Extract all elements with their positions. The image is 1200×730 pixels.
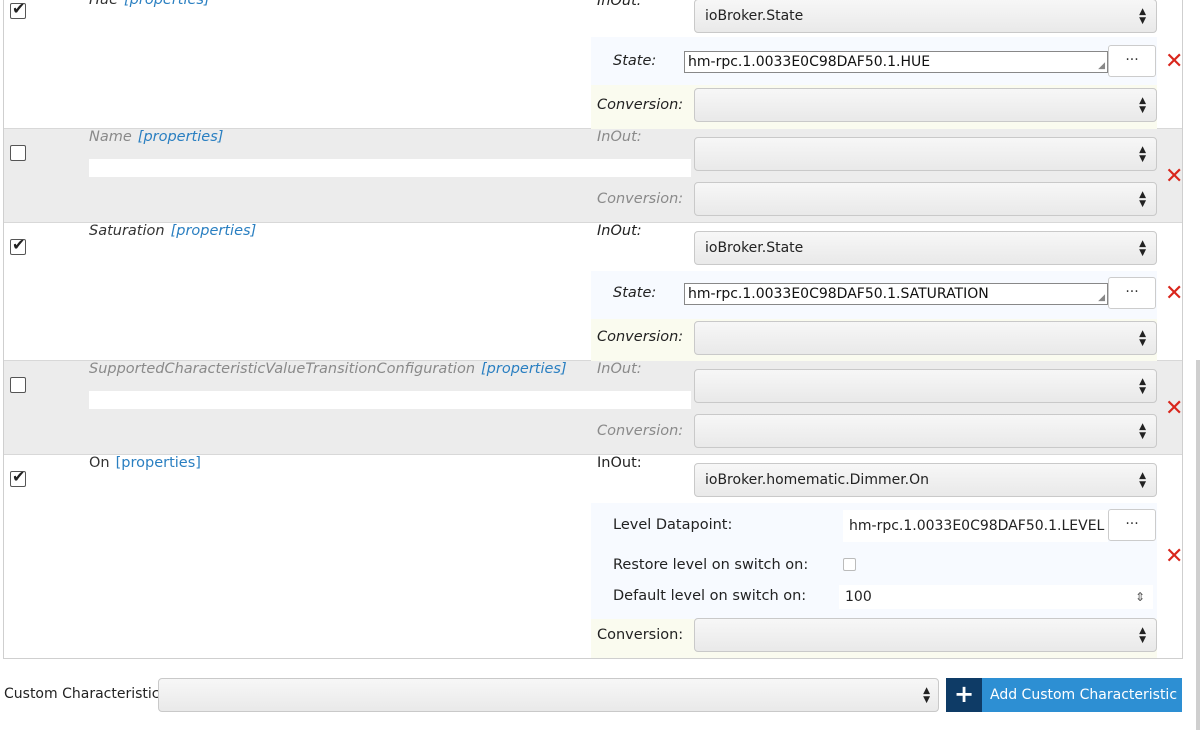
characteristic-name-on: On [properties] (89, 455, 201, 471)
table-row-saturation: ✔ Saturation [properties] InOut: ioBroker… (4, 223, 1182, 361)
conversion-select-name[interactable]: ▲ ▼ (694, 182, 1157, 216)
inout-select-saturation[interactable]: ioBroker.State ▲ ▼ (694, 231, 1157, 265)
conversion-select-saturation[interactable]: ▲ ▼ (694, 321, 1157, 355)
inout-select-transition[interactable]: ▲ ▼ (694, 369, 1157, 403)
select-arrows-icon: ▲ ▼ (1139, 626, 1146, 645)
state-input-hue[interactable]: hm-rpc.1.0033E0C98DAF50.1.HUE ◢ (684, 51, 1108, 73)
delete-icon[interactable]: ✕ (1165, 283, 1182, 305)
delete-icon[interactable]: ✕ (1165, 51, 1182, 73)
select-arrows-icon: ▲ ▼ (1139, 422, 1146, 441)
inout-select-on[interactable]: ioBroker.homematic.Dimmer.On ▲ ▼ (694, 463, 1157, 497)
inout-select-name[interactable]: ▲ ▼ (694, 137, 1157, 171)
default-level-input[interactable]: 100 ⇕ (839, 585, 1153, 609)
add-button-label: Add Custom Characteristic (990, 687, 1178, 703)
resize-grip-icon: ◢ (1098, 61, 1105, 71)
custom-characteristic-select[interactable]: ▲ ▼ (158, 678, 939, 712)
check-icon: ✔ (12, 235, 26, 254)
name-value-input[interactable] (89, 159, 691, 177)
enable-checkbox-saturation[interactable]: ✔ (10, 235, 26, 255)
inout-label-on: InOut: (597, 455, 642, 471)
restore-level-checkbox[interactable] (843, 558, 856, 571)
spinner-icon[interactable]: ⇕ (1135, 585, 1145, 609)
plus-icon: + (946, 678, 982, 712)
conversion-label-hue: Conversion: (597, 97, 684, 113)
enable-checkbox-name[interactable] (10, 145, 26, 161)
table-row-name: Name [properties] InOut: ▲ ▼ ✕ Conversion:… (4, 129, 1182, 223)
conversion-select-transition[interactable]: ▲ ▼ (694, 414, 1157, 448)
select-arrows-icon: ▲ ▼ (1139, 145, 1146, 164)
state-label-saturation: State: (613, 285, 657, 301)
inout-label-saturation: InOut: (597, 223, 642, 239)
browse-button-hue[interactable]: ··· (1108, 45, 1156, 77)
table-row-transition: SupportedCharacteristicValueTransitionCo… (4, 361, 1182, 455)
inout-label-transition: InOut: (597, 361, 642, 377)
enable-checkbox-hue[interactable]: ✔ (10, 0, 26, 19)
enable-checkbox-transition[interactable] (10, 377, 26, 393)
state-label-hue: State: (613, 53, 657, 69)
restore-level-label: Restore level on switch on: (613, 557, 809, 573)
inout-select-hue[interactable]: ioBroker.State ▲ ▼ (694, 0, 1157, 33)
conversion-select-on[interactable]: ▲ ▼ (694, 618, 1157, 652)
custom-characteristic-label: Custom Characteristic (4, 686, 160, 702)
characteristics-table: ✔ Hue [properties] InOut: ioBroker.State … (3, 0, 1183, 659)
properties-link-saturation[interactable]: [properties] (171, 223, 257, 239)
browse-button-level[interactable]: ··· (1108, 509, 1156, 541)
properties-link-on[interactable]: [properties] (116, 455, 201, 471)
add-custom-characteristic-button[interactable]: + Add Custom Characteristic (946, 678, 1182, 712)
properties-link-transition[interactable]: [properties] (481, 361, 567, 377)
enable-checkbox-on[interactable]: ✔ (10, 467, 26, 487)
conversion-select-hue[interactable]: ▲ ▼ (694, 88, 1157, 122)
delete-icon[interactable]: ✕ (1165, 166, 1182, 188)
conversion-label-on: Conversion: (597, 627, 684, 643)
scrollbar[interactable] (1196, 360, 1200, 730)
select-arrows-icon: ▲ ▼ (1139, 471, 1146, 490)
select-arrows-icon: ▲ ▼ (1139, 190, 1146, 209)
conversion-label-saturation: Conversion: (597, 329, 684, 345)
select-arrows-icon: ▲ ▼ (923, 686, 930, 705)
default-level-label: Default level on switch on: (613, 588, 807, 604)
properties-link-name[interactable]: [properties] (138, 129, 224, 145)
level-datapoint-label: Level Datapoint: (613, 517, 733, 533)
delete-icon[interactable]: ✕ (1165, 546, 1182, 568)
select-arrows-icon: ▲ ▼ (1139, 96, 1146, 115)
conversion-label-name: Conversion: (597, 191, 684, 207)
state-input-saturation[interactable]: hm-rpc.1.0033E0C98DAF50.1.SATURATION ◢ (684, 283, 1108, 305)
characteristic-name-name: Name [properties] (89, 129, 224, 145)
inout-label-hue: InOut: (597, 0, 642, 9)
characteristic-name-hue: Hue [properties] (89, 0, 210, 8)
select-arrows-icon: ▲ ▼ (1139, 7, 1146, 26)
check-icon: ✔ (12, 467, 26, 486)
properties-link-hue[interactable]: [properties] (124, 0, 210, 8)
delete-icon[interactable]: ✕ (1165, 398, 1182, 420)
characteristic-name-transition: SupportedCharacteristicValueTransitionCo… (89, 361, 567, 377)
characteristic-name-saturation: Saturation [properties] (89, 223, 257, 239)
select-arrows-icon: ▲ ▼ (1139, 377, 1146, 396)
select-arrows-icon: ▲ ▼ (1139, 239, 1146, 258)
inout-label-name: InOut: (597, 129, 642, 145)
table-row-on: ✔ On [properties] InOut: ioBroker.homemat… (4, 455, 1182, 658)
select-arrows-icon: ▲ ▼ (1139, 329, 1146, 348)
browse-button-saturation[interactable]: ··· (1108, 277, 1156, 309)
transition-value-input[interactable] (89, 391, 691, 409)
level-datapoint-input[interactable]: hm-rpc.1.0033E0C98DAF50.1.LEVEL (843, 510, 1108, 542)
table-row-hue: ✔ Hue [properties] InOut: ioBroker.State … (4, 0, 1182, 129)
resize-grip-icon: ◢ (1098, 293, 1105, 303)
conversion-label-transition: Conversion: (597, 423, 684, 439)
check-icon: ✔ (12, 0, 26, 18)
